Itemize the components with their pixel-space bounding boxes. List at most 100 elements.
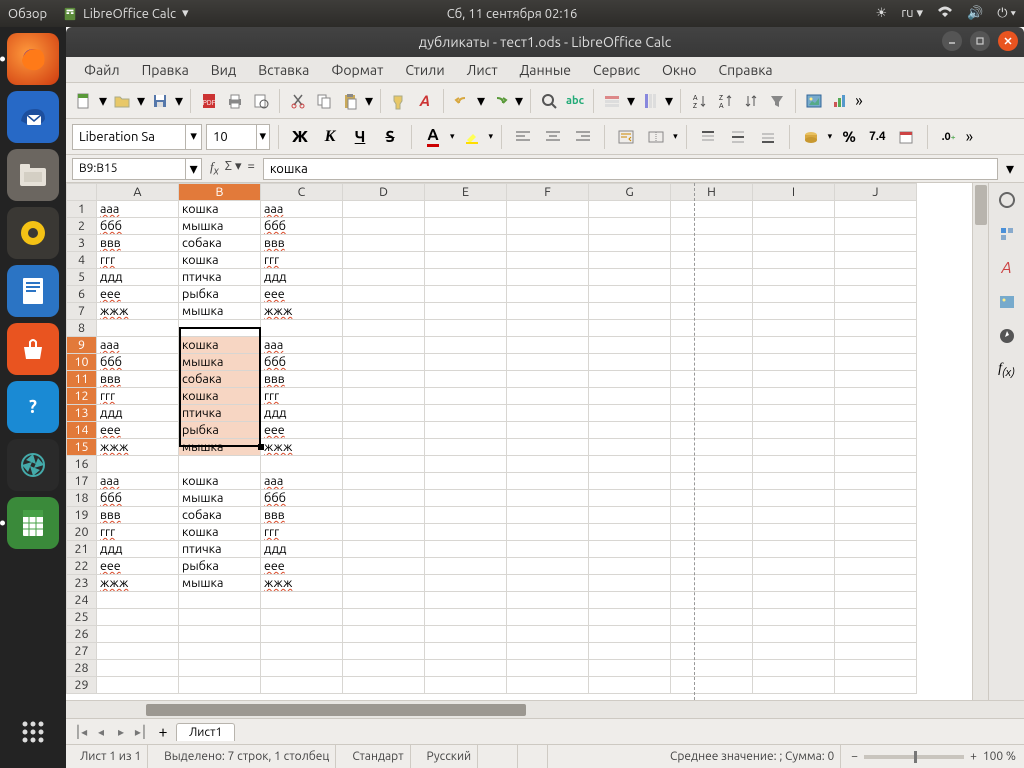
font-size-input[interactable] bbox=[207, 130, 256, 144]
cell[interactable] bbox=[97, 660, 179, 677]
cell[interactable] bbox=[835, 473, 917, 490]
cell[interactable] bbox=[835, 439, 917, 456]
dock-files[interactable] bbox=[7, 149, 59, 201]
menu-Сервис[interactable]: Сервис bbox=[583, 59, 650, 81]
valign-bot-button[interactable] bbox=[755, 124, 781, 150]
cell[interactable] bbox=[343, 286, 425, 303]
zoom-value[interactable]: 100 % bbox=[983, 750, 1016, 763]
cell[interactable] bbox=[507, 320, 589, 337]
row-header[interactable]: 18 bbox=[67, 490, 97, 507]
cell[interactable]: жжж bbox=[261, 439, 343, 456]
cell[interactable] bbox=[343, 490, 425, 507]
cell[interactable] bbox=[589, 405, 671, 422]
menu-Формат[interactable]: Формат bbox=[321, 59, 393, 81]
paste-button[interactable] bbox=[338, 89, 362, 113]
align-right-button[interactable] bbox=[570, 124, 596, 150]
cell[interactable] bbox=[835, 626, 917, 643]
col-header-E[interactable]: E bbox=[425, 184, 507, 201]
cell[interactable] bbox=[753, 286, 835, 303]
cell[interactable]: собака bbox=[179, 235, 261, 252]
col-header-A[interactable]: A bbox=[97, 184, 179, 201]
properties-icon[interactable] bbox=[996, 189, 1018, 211]
cell[interactable]: еее bbox=[261, 558, 343, 575]
row-header[interactable]: 21 bbox=[67, 541, 97, 558]
cell[interactable] bbox=[97, 677, 179, 694]
cell[interactable] bbox=[835, 643, 917, 660]
cell[interactable] bbox=[343, 422, 425, 439]
cell[interactable] bbox=[343, 337, 425, 354]
cell[interactable] bbox=[753, 643, 835, 660]
cell[interactable] bbox=[179, 643, 261, 660]
open-dropdown[interactable]: ▾ bbox=[136, 91, 146, 110]
cell[interactable] bbox=[589, 303, 671, 320]
cell[interactable] bbox=[589, 541, 671, 558]
row-header[interactable]: 13 bbox=[67, 405, 97, 422]
chevron-down-icon[interactable]: ▾ bbox=[185, 159, 201, 179]
name-box[interactable]: ▾ bbox=[72, 158, 202, 180]
row-header[interactable]: 2 bbox=[67, 218, 97, 235]
row-header[interactable]: 11 bbox=[67, 371, 97, 388]
equals-button[interactable]: = bbox=[248, 159, 255, 178]
styles-icon[interactable] bbox=[996, 223, 1018, 245]
cell[interactable] bbox=[835, 286, 917, 303]
cell[interactable]: кошка bbox=[179, 201, 261, 218]
cell[interactable] bbox=[179, 660, 261, 677]
clear-formatting-button[interactable]: A bbox=[413, 89, 437, 113]
cell[interactable]: ааа bbox=[97, 201, 179, 218]
status-mode[interactable]: Стандарт bbox=[346, 745, 410, 768]
cell[interactable] bbox=[753, 660, 835, 677]
functions-icon[interactable]: f(x) bbox=[996, 359, 1018, 381]
row-header[interactable]: 23 bbox=[67, 575, 97, 592]
font-name-input[interactable] bbox=[73, 130, 185, 144]
strike-button[interactable]: S bbox=[377, 124, 403, 150]
cell[interactable] bbox=[589, 558, 671, 575]
cell[interactable]: ббб bbox=[261, 490, 343, 507]
cut-button[interactable] bbox=[286, 89, 310, 113]
cell[interactable] bbox=[425, 337, 507, 354]
cell[interactable] bbox=[507, 439, 589, 456]
align-center-button[interactable] bbox=[540, 124, 566, 150]
cell[interactable] bbox=[507, 660, 589, 677]
cell[interactable]: ддд bbox=[97, 405, 179, 422]
cell[interactable] bbox=[671, 235, 753, 252]
volume-icon[interactable]: 🔊 bbox=[967, 6, 983, 21]
cell[interactable] bbox=[507, 677, 589, 694]
cell[interactable] bbox=[753, 507, 835, 524]
status-sig[interactable] bbox=[528, 745, 548, 768]
cell[interactable] bbox=[425, 218, 507, 235]
cell[interactable] bbox=[671, 558, 753, 575]
chevron-down-icon[interactable]: ▾ bbox=[673, 131, 678, 142]
cell[interactable] bbox=[343, 235, 425, 252]
cell[interactable] bbox=[507, 286, 589, 303]
chevron-down-icon[interactable]: ▾ bbox=[450, 131, 455, 142]
cell[interactable] bbox=[507, 643, 589, 660]
date-button[interactable] bbox=[893, 124, 919, 150]
cell[interactable] bbox=[343, 354, 425, 371]
clock[interactable]: Сб, 11 сентября 02:16 bbox=[447, 7, 578, 21]
cell[interactable] bbox=[589, 660, 671, 677]
cell[interactable]: птичка bbox=[179, 541, 261, 558]
menu-Лист[interactable]: Лист bbox=[457, 59, 508, 81]
next-sheet-button[interactable]: ▸ bbox=[112, 723, 130, 741]
cell[interactable] bbox=[343, 473, 425, 490]
cell[interactable]: птичка bbox=[179, 405, 261, 422]
cell[interactable]: рыбка bbox=[179, 422, 261, 439]
cell[interactable]: ввв bbox=[97, 371, 179, 388]
cell[interactable] bbox=[97, 643, 179, 660]
cell[interactable] bbox=[671, 388, 753, 405]
cell[interactable] bbox=[835, 201, 917, 218]
merge-button[interactable] bbox=[643, 124, 669, 150]
cell[interactable]: ггг bbox=[97, 524, 179, 541]
cell[interactable] bbox=[589, 354, 671, 371]
cell[interactable]: ввв bbox=[97, 507, 179, 524]
row-header[interactable]: 3 bbox=[67, 235, 97, 252]
cell[interactable] bbox=[507, 473, 589, 490]
cell[interactable] bbox=[343, 677, 425, 694]
cell[interactable] bbox=[589, 439, 671, 456]
cell[interactable] bbox=[507, 201, 589, 218]
new-doc-button[interactable] bbox=[72, 89, 96, 113]
cell[interactable] bbox=[835, 660, 917, 677]
cell[interactable] bbox=[589, 473, 671, 490]
col-header-F[interactable]: F bbox=[507, 184, 589, 201]
chevron-down-icon[interactable]: ▾ bbox=[828, 131, 833, 142]
